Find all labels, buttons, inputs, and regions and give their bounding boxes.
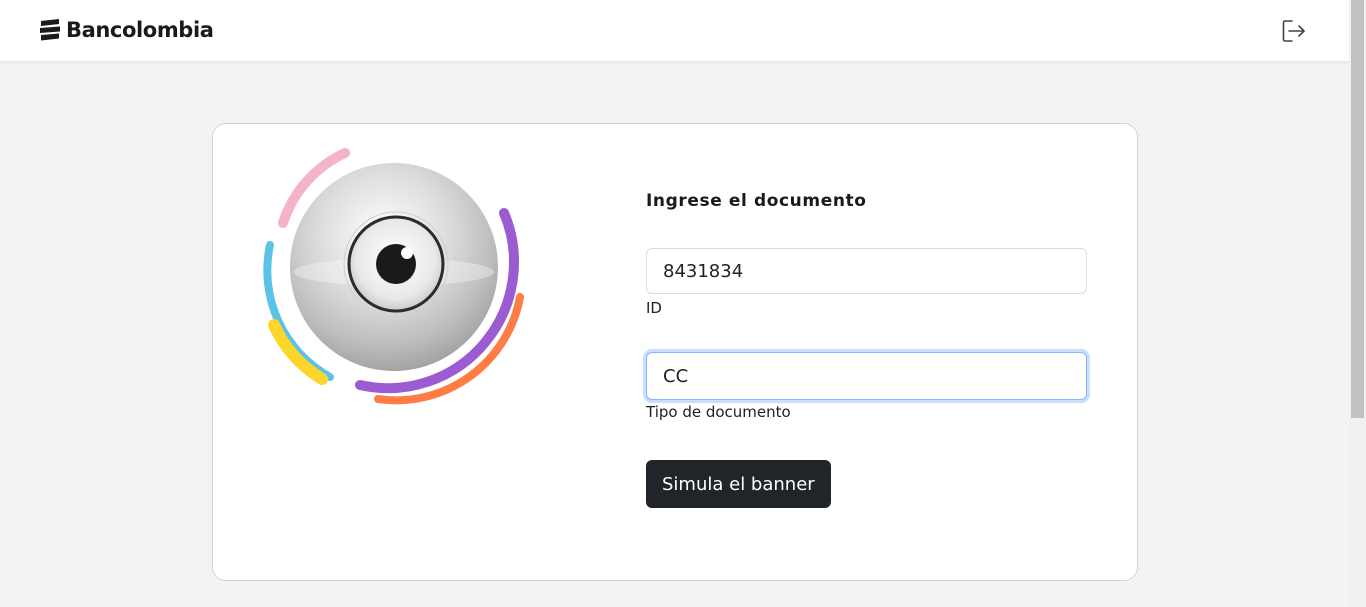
scrollbar-thumb[interactable]	[1351, 0, 1364, 418]
bancolombia-logo[interactable]: Bancolombia	[38, 15, 214, 45]
id-input[interactable]	[646, 248, 1087, 294]
form-title: Ingrese el documento	[646, 191, 867, 211]
logout-button[interactable]	[1280, 17, 1308, 45]
id-label: ID	[646, 299, 662, 317]
document-type-input[interactable]	[646, 352, 1087, 400]
vertical-scrollbar[interactable]	[1349, 0, 1366, 607]
document-type-label: Tipo de documento	[646, 403, 791, 421]
bancolombia-mark-icon	[40, 19, 60, 41]
brand-name: Bancolombia	[66, 18, 214, 42]
eye-icon	[263, 148, 524, 405]
top-header: Bancolombia	[0, 0, 1349, 61]
simulate-banner-button[interactable]: Simula el banner	[646, 460, 831, 508]
eye-illustration	[262, 147, 528, 407]
logout-icon	[1282, 20, 1305, 42]
